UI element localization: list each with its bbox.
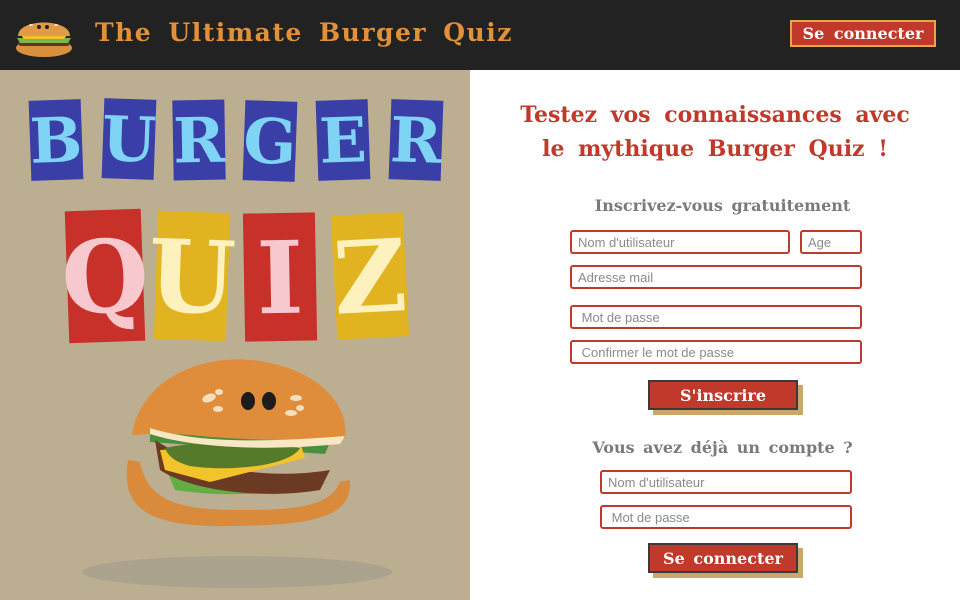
burger-letter-u: U — [101, 102, 158, 177]
quiz-word: Q U I Z — [59, 208, 410, 344]
quiz-letter-i: I — [256, 219, 305, 338]
top-bar: The Ultimate Burger Quiz Se connecter — [0, 0, 960, 70]
register-confirm-password-input[interactable] — [570, 340, 862, 364]
burger-letter-r: R — [173, 104, 226, 178]
register-button-group: S'inscrire — [648, 380, 803, 415]
mascot-shadow — [82, 556, 392, 588]
register-password-input[interactable] — [570, 305, 862, 329]
hero-illustration: B U R G E R Q U I Z — [29, 98, 444, 588]
headline-line-1: Testez vos connaissances avec — [520, 102, 910, 128]
burger-icon[interactable] — [14, 12, 74, 58]
auth-panel: Testez vos connaissances avec le mythiqu… — [470, 70, 960, 600]
headline: Testez vos connaissances avec le mythiqu… — [470, 98, 960, 166]
quiz-letter-z: Z — [331, 216, 410, 338]
quiz-letter-u: U — [146, 217, 237, 338]
burger-letter-g: G — [242, 104, 297, 179]
login-username-input[interactable] — [600, 470, 852, 494]
login-button-group: Se connecter — [648, 543, 803, 578]
header-login-button[interactable]: Se connecter — [790, 20, 936, 47]
login-password-input[interactable] — [600, 505, 852, 529]
quiz-letter-q: Q — [59, 217, 150, 338]
register-button[interactable]: S'inscrire — [648, 380, 798, 410]
login-title: Vous avez déjà un compte ? — [592, 438, 853, 457]
register-age-input[interactable] — [800, 230, 862, 254]
burger-letter-r2: R — [389, 103, 444, 178]
register-email-input[interactable] — [570, 265, 862, 289]
headline-line-2: le mythique Burger Quiz ! — [542, 136, 888, 162]
register-title: Inscrivez-vous gratuitement — [594, 196, 851, 215]
hero-panel: B U R G E R Q U I Z — [0, 70, 470, 600]
app-title: The Ultimate Burger Quiz — [95, 18, 513, 47]
burger-letter-e: E — [318, 103, 368, 178]
login-button[interactable]: Se connecter — [648, 543, 798, 573]
burger-word: B U R G E R — [29, 98, 444, 182]
burger-letter-b: B — [29, 103, 84, 178]
register-username-input[interactable] — [570, 230, 790, 254]
burger-mascot-icon — [126, 359, 351, 527]
